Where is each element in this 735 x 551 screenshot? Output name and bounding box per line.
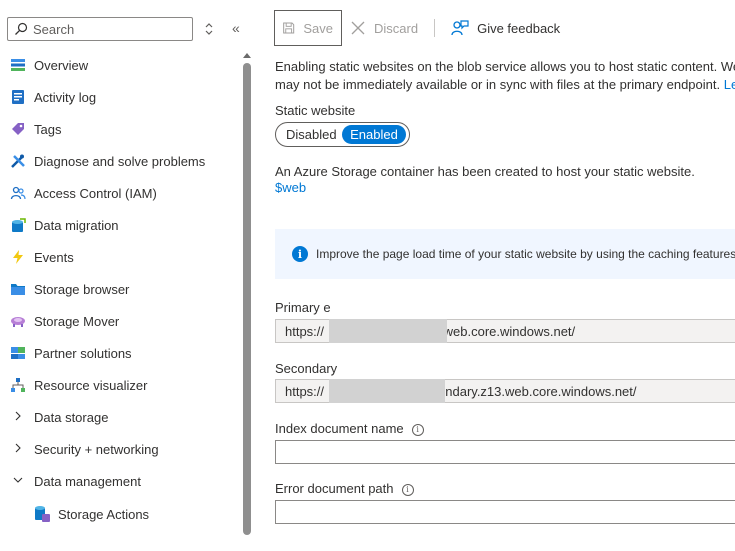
toggle-enabled-option[interactable]: Enabled (342, 125, 406, 144)
resource-visualizer-icon (9, 376, 27, 394)
info-icon: i (292, 246, 308, 262)
give-feedback-label: Give feedback (477, 20, 561, 36)
static-website-pane: Save Discard Give feedback Enabling stat… (262, 0, 735, 551)
sidebar-item-label: Partner solutions (34, 345, 132, 361)
save-button[interactable]: Save (274, 10, 342, 46)
sidebar-scrollbar[interactable] (242, 51, 252, 535)
description-line-2: may not be immediately available or in s… (275, 77, 721, 92)
storage-mover-icon (9, 312, 27, 330)
primary-endpoint-suffix: .web.core.windows.net/ (440, 323, 576, 339)
primary-endpoint-prefix: https:// (285, 323, 325, 339)
data-migration-icon (9, 216, 27, 234)
sidebar-item-partner-solutions[interactable]: Partner solutions (0, 337, 240, 369)
sidebar-item-tags[interactable]: Tags (0, 113, 240, 145)
sidebar-item-events[interactable]: Events (0, 241, 240, 273)
storage-actions-icon (33, 505, 51, 523)
info-circle-icon[interactable]: i (401, 483, 414, 496)
static-website-label: Static website (275, 103, 356, 118)
sidebar-item-resource-visualizer[interactable]: Resource visualizer (0, 369, 240, 401)
sidebar-item-storage-browser[interactable]: Storage browser (0, 273, 240, 305)
static-website-toggle[interactable]: Disabled Enabled (275, 122, 410, 147)
overview-icon (9, 56, 27, 74)
learn-more-link[interactable]: Le (724, 77, 735, 92)
page-description: Enabling static websites on the blob ser… (275, 58, 735, 94)
sidebar-item-storage-mover[interactable]: Storage Mover (0, 305, 240, 337)
sidebar-item-label: Access Control (IAM) (34, 185, 157, 201)
sidebar-nav: Overview Activity log Tags Diagnose and … (0, 49, 240, 531)
sidebar-group-label: Security + networking (34, 441, 159, 457)
sidebar-item-activity-log[interactable]: Activity log (0, 81, 240, 113)
sidebar-item-diagnose[interactable]: Diagnose and solve problems (0, 145, 240, 177)
sidebar-item-label: Storage Mover (34, 313, 120, 329)
collapse-menu-icon[interactable]: « (232, 20, 248, 36)
caching-info-banner: i Improve the page load time of your sta… (275, 229, 735, 279)
secondary-endpoint-prefix: https:// (285, 383, 325, 399)
sidebar-item-label: Storage Actions (58, 506, 150, 522)
save-icon (283, 22, 295, 34)
iam-icon (9, 184, 27, 202)
chevron-down-icon (9, 474, 27, 488)
sidebar-item-label: Storage browser (34, 281, 130, 297)
sidebar-item-data-migration[interactable]: Data migration (0, 209, 240, 241)
banner-text: Improve the page load time of your stati… (316, 247, 735, 261)
sidebar-item-label: Events (34, 249, 74, 265)
sidebar-group-data-management[interactable]: Data management (0, 465, 240, 497)
sidebar-item-label: Diagnose and solve problems (34, 153, 206, 169)
sidebar-item-label: Resource visualizer (34, 377, 148, 393)
sidebar-group-label: Data management (34, 473, 141, 489)
discard-label: Discard (374, 20, 419, 36)
sidebar-item-storage-actions[interactable]: Storage Actions (0, 497, 240, 531)
error-document-label-text: Error document path (275, 481, 394, 496)
sort-updown-icon[interactable] (203, 21, 215, 37)
index-document-label-text: Index document name (275, 421, 404, 436)
lightning-icon (9, 248, 27, 266)
activity-log-icon (9, 88, 27, 106)
error-document-label: Error document path i (275, 481, 414, 496)
scrollbar-thumb[interactable] (243, 63, 251, 535)
give-feedback-button[interactable]: Give feedback (443, 10, 568, 46)
scroll-up-arrow-icon[interactable] (243, 51, 251, 59)
info-circle-icon[interactable]: i (411, 423, 424, 436)
sidebar-item-label: Data migration (34, 217, 119, 233)
sidebar-item-label: Tags (34, 121, 62, 137)
secondary-endpoint-suffix: ondary.z13.web.core.windows.net/ (438, 383, 637, 399)
sidebar-group-data-storage[interactable]: Data storage (0, 401, 240, 433)
web-container-link[interactable]: $web (275, 180, 306, 195)
redaction-mask (329, 379, 445, 403)
index-document-input[interactable] (275, 440, 735, 464)
search-input[interactable]: Search (7, 17, 193, 41)
toggle-disabled-option[interactable]: Disabled (278, 125, 342, 144)
primary-endpoint-label: Primary e (275, 300, 331, 315)
tag-icon (9, 120, 27, 138)
search-icon (15, 22, 28, 35)
feedback-icon (451, 20, 469, 36)
search-placeholder: Search (33, 21, 75, 37)
sidebar-item-overview[interactable]: Overview (0, 49, 240, 81)
error-document-input[interactable] (275, 500, 735, 524)
chevron-right-icon (9, 410, 27, 424)
partner-solutions-icon (9, 344, 27, 362)
command-bar: Save Discard Give feedback (274, 10, 568, 46)
sidebar-group-label: Data storage (34, 409, 109, 425)
secondary-endpoint-label: Secondary (275, 361, 338, 376)
close-icon (351, 21, 365, 35)
sidebar-item-access-control[interactable]: Access Control (IAM) (0, 177, 240, 209)
description-line-1: Enabling static websites on the blob ser… (275, 59, 735, 74)
save-label: Save (303, 20, 333, 36)
container-info-text: An Azure Storage container has been crea… (275, 164, 695, 179)
index-document-label: Index document name i (275, 421, 424, 436)
sidebar-item-label: Overview (34, 57, 89, 73)
toolbar-divider (434, 19, 436, 37)
storage-browser-icon (9, 280, 27, 298)
chevron-right-icon (9, 442, 27, 456)
sidebar-group-security-networking[interactable]: Security + networking (0, 433, 240, 465)
resource-menu: Search « Overview Activity log Tags Diag… (0, 0, 254, 551)
discard-button[interactable]: Discard (342, 10, 426, 46)
sidebar-item-label: Activity log (34, 89, 97, 105)
diagnose-icon (9, 152, 27, 170)
redaction-mask (329, 319, 447, 343)
